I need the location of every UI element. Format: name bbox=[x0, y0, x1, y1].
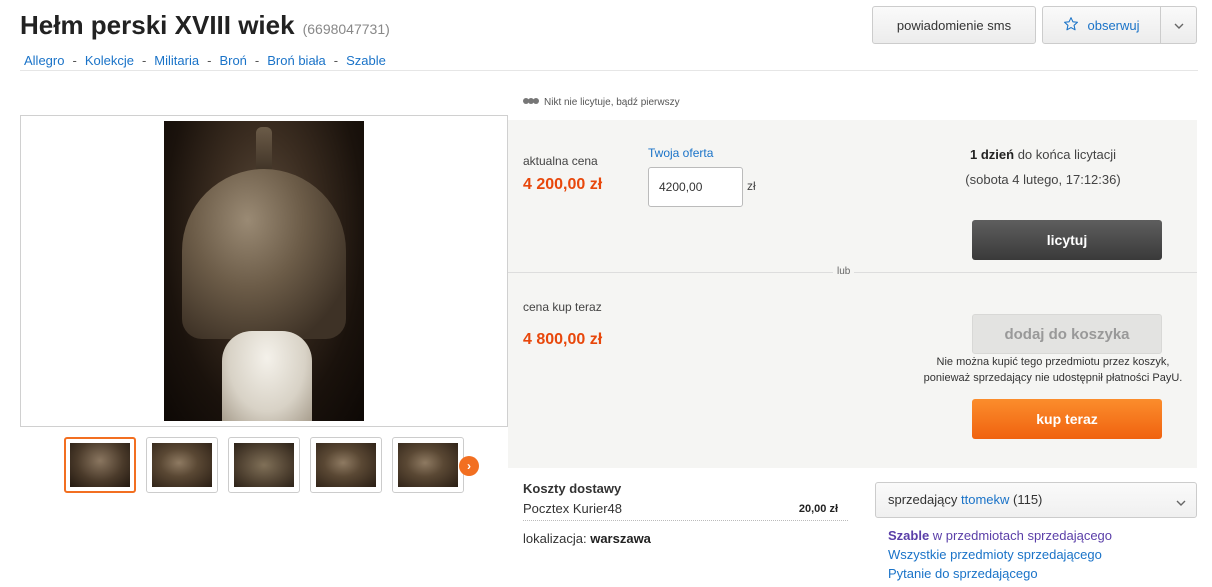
breadcrumb-allegro[interactable]: Allegro bbox=[24, 53, 64, 68]
main-photo[interactable] bbox=[164, 121, 364, 421]
breadcrumb: Allegro - Kolekcje - Militaria - Broń - … bbox=[24, 53, 386, 68]
header-divider bbox=[20, 70, 1198, 71]
time-left: 1 dzień do końca licytacji bbox=[928, 147, 1158, 162]
seller-all-items-link[interactable]: Wszystkie przedmioty sprzedającego bbox=[888, 545, 1112, 564]
next-thumbnails-arrow-icon[interactable]: › bbox=[459, 456, 479, 476]
item-id: (6698047731) bbox=[302, 21, 390, 37]
buy-now-price-label: cena kup teraz bbox=[523, 300, 602, 314]
or-label: lub bbox=[833, 266, 855, 277]
seller-label: sprzedający bbox=[888, 492, 961, 507]
thumbnail-image bbox=[70, 443, 130, 487]
time-left-days: 1 dzień bbox=[970, 147, 1015, 162]
breadcrumb-bron-biala[interactable]: Broń biała bbox=[267, 53, 326, 68]
page-title: Hełm perski XVIII wiek bbox=[20, 10, 295, 40]
seller-category-name: Szable bbox=[888, 528, 930, 543]
thumbnail-image bbox=[398, 443, 458, 487]
add-to-cart-button[interactable]: dodaj do koszyka bbox=[972, 314, 1162, 354]
watch-button-main[interactable]: obserwuj bbox=[1043, 7, 1160, 43]
thumbnail[interactable] bbox=[146, 437, 218, 493]
breadcrumb-separator: - bbox=[254, 53, 260, 68]
breadcrumb-bron[interactable]: Broń bbox=[219, 53, 246, 68]
title-row: Hełm perski XVIII wiek (6698047731) bbox=[20, 10, 390, 41]
thumbnail-strip bbox=[64, 437, 464, 493]
location-label: lokalizacja: bbox=[523, 531, 591, 546]
shipping-title: Koszty dostawy bbox=[523, 481, 622, 496]
breadcrumb-szable[interactable]: Szable bbox=[346, 53, 386, 68]
thumbnail-image bbox=[152, 443, 212, 487]
seller-rating: (115) bbox=[1009, 492, 1043, 507]
bids-note: Nikt nie licytuje, bądź pierwszy bbox=[523, 97, 680, 108]
breadcrumb-separator: - bbox=[333, 53, 339, 68]
thumbnail[interactable] bbox=[392, 437, 464, 493]
thumbnail[interactable] bbox=[228, 437, 300, 493]
buy-now-price: 4 800,00 zł bbox=[523, 331, 603, 348]
buy-now-button[interactable]: kup teraz bbox=[972, 399, 1162, 439]
seller-dropdown[interactable]: sprzedający ttomekw (115) bbox=[875, 482, 1197, 518]
chevron-down-icon bbox=[1174, 16, 1184, 34]
watch-dropdown-toggle[interactable] bbox=[1160, 7, 1196, 43]
currency-label: zł bbox=[747, 179, 756, 193]
location-value: warszawa bbox=[590, 531, 651, 546]
offer-input[interactable] bbox=[648, 167, 743, 207]
current-price: 4 200,00 zł bbox=[523, 176, 603, 193]
purchase-panel: aktualna cena 4 200,00 zł Twoja oferta z… bbox=[508, 120, 1197, 468]
seller-category-link[interactable]: Szable w przedmiotach sprzedającego bbox=[888, 526, 1112, 545]
location: lokalizacja: warszawa bbox=[523, 531, 651, 546]
ask-seller-link[interactable]: Pytanie do sprzedającego bbox=[888, 564, 1112, 583]
users-icon bbox=[523, 98, 540, 107]
cloth-stand-image bbox=[222, 331, 312, 421]
thumbnail-image bbox=[316, 443, 376, 487]
star-icon bbox=[1063, 16, 1079, 35]
photo-gallery[interactable] bbox=[20, 115, 508, 427]
seller-links: Szable w przedmiotach sprzedającego Wszy… bbox=[888, 526, 1112, 583]
time-left-text: do końca licytacji bbox=[1014, 147, 1116, 162]
cart-note-line: ponieważ sprzedający nie udostępnił płat… bbox=[923, 372, 1183, 384]
breadcrumb-separator: - bbox=[72, 53, 77, 68]
shipping-method-row: Pocztex Kurier48 20,00 zł bbox=[523, 501, 848, 521]
breadcrumb-separator: - bbox=[141, 53, 147, 68]
auction-end-date: (sobota 4 lutego, 17:12:36) bbox=[965, 172, 1121, 187]
bids-note-text: Nikt nie licytuje, bądź pierwszy bbox=[544, 97, 680, 108]
shipping-cost: 20,00 zł bbox=[798, 503, 838, 515]
breadcrumb-separator: - bbox=[207, 53, 212, 68]
seller-name[interactable]: ttomekw bbox=[961, 492, 1009, 507]
thumbnail-image bbox=[234, 443, 294, 487]
cart-note-line: Nie można kupić tego przedmiotu przez ko… bbox=[936, 356, 1170, 368]
seller-category-rest: w przedmiotach sprzedającego bbox=[929, 528, 1113, 543]
breadcrumb-militaria[interactable]: Militaria bbox=[154, 53, 199, 68]
thumbnail[interactable] bbox=[310, 437, 382, 493]
chevron-down-icon bbox=[1176, 494, 1186, 509]
current-price-label: aktualna cena bbox=[523, 154, 598, 168]
cart-unavailable-note: Nie można kupić tego przedmiotu przez ko… bbox=[908, 354, 1198, 386]
watch-button[interactable]: obserwuj bbox=[1042, 6, 1197, 44]
shipping-method: Pocztex Kurier48 bbox=[523, 501, 622, 516]
thumbnail[interactable] bbox=[64, 437, 136, 493]
your-offer-label[interactable]: Twoja oferta bbox=[648, 146, 713, 160]
helmet-image bbox=[182, 169, 346, 339]
watch-label: obserwuj bbox=[1087, 17, 1140, 33]
breadcrumb-kolekcje[interactable]: Kolekcje bbox=[85, 53, 134, 68]
bid-button[interactable]: licytuj bbox=[972, 220, 1162, 260]
sms-notification-button[interactable]: powiadomienie sms bbox=[872, 6, 1036, 44]
